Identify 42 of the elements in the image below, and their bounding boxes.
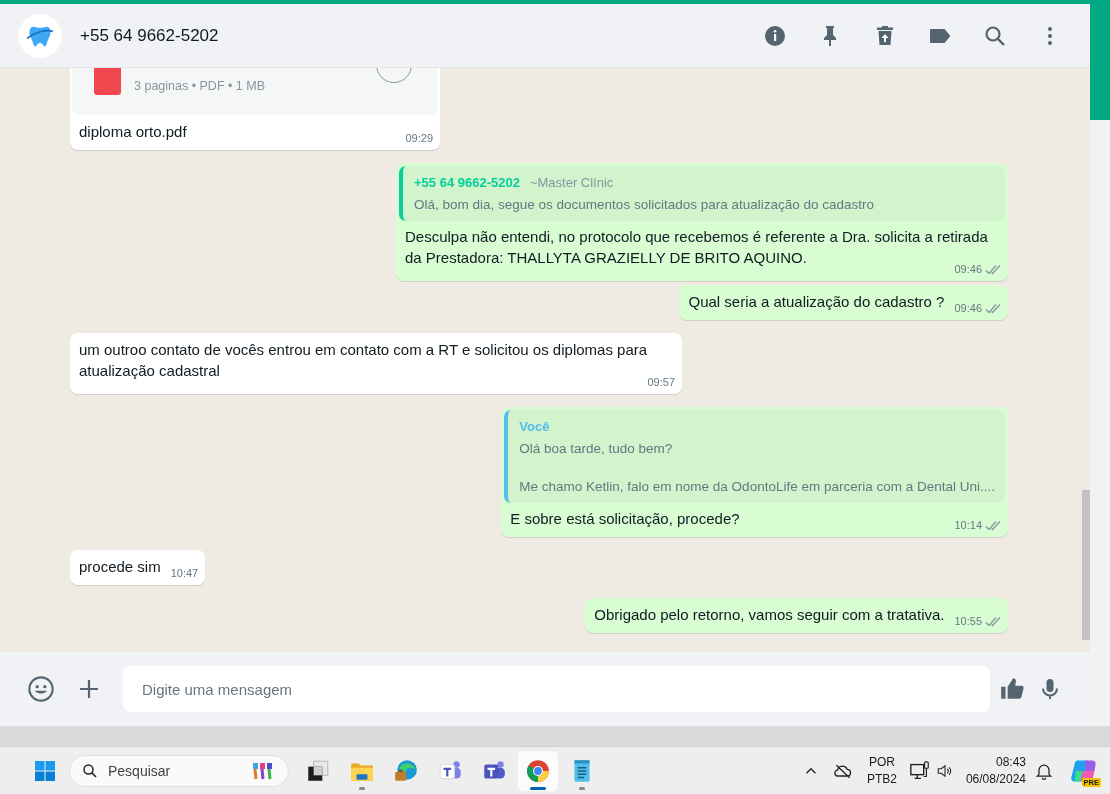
quoted-author-note: ~Master Clínic <box>529 175 614 190</box>
search-field[interactable]: Pesquisar <box>69 754 289 787</box>
language-code: POR <box>868 753 895 771</box>
info-icon[interactable] <box>763 23 787 48</box>
message-text: Obrigado pelo retorno, vamos seguir com a tratativa. <box>594 605 945 625</box>
message-input[interactable]: Digite uma mensagem <box>123 666 990 712</box>
file-details: 3 paginas • PDF • 1 MB <box>134 78 267 95</box>
quoted-message[interactable]: +55 64 9662-5202 ~Master Clínic Olá, bom dia, segue os documentos solicitados para atualização do cadastro <box>399 166 1005 221</box>
browser-icon <box>525 757 551 784</box>
input-language[interactable]: POR PTB2 <box>866 753 897 788</box>
message-time: 10:55 <box>954 614 982 629</box>
quoted-author: Você <box>519 419 550 434</box>
message-time: 10:14 <box>954 518 982 533</box>
windows-logo-icon[interactable] <box>33 758 57 783</box>
keyboard-layout: PTB2 <box>866 770 897 788</box>
quoted-message[interactable]: Você Olá boa tarde, tudo bem? Me chamo Ketlin, falo em nome da OdontoLife em parceria com a Dental Uni.... <box>504 410 1005 503</box>
message-text: Qual seria a atualização do cadastro ? <box>688 292 945 312</box>
clock-time: 08:43 <box>995 753 1026 771</box>
message-time: 10:47 <box>170 566 199 581</box>
search-icon <box>81 761 99 780</box>
scrollbar-thumb[interactable] <box>1082 490 1090 640</box>
clock[interactable]: 08:43 06/08/2024 <box>965 753 1026 788</box>
quoted-text: Olá, bom dia, segue os documentos solicitados para atualização do cadastro <box>414 196 876 214</box>
message-time: 09:46 <box>954 301 982 316</box>
quoted-author: +55 64 9662-5202 <box>414 175 520 190</box>
message-time: 09:29 <box>405 131 433 146</box>
emoji-icon[interactable] <box>27 675 55 703</box>
plus-icon[interactable] <box>77 677 101 701</box>
clock-date: 06/08/2024 <box>965 770 1026 788</box>
quoted-text: Olá boa tarde, tudo bem? Me chamo Ketlin, falo em nome da OdontoLife em parceria com a Dental Uni.... <box>519 440 995 496</box>
thumbs-up-icon[interactable] <box>999 676 1025 702</box>
search-placeholder: Pesquisar <box>108 762 172 779</box>
contact-avatar[interactable] <box>18 13 62 58</box>
network-monitor-icon[interactable] <box>908 759 931 782</box>
file-name: diploma orto.pdf <box>79 122 187 142</box>
taskbar-app-button[interactable] <box>518 750 558 791</box>
message-time: 09:57 <box>647 375 675 390</box>
message-text: um outroo contato de vocês entrou em contato com a RT e solicitou os diplomas para atualização cadastral <box>79 340 648 381</box>
message-text: E sobre está solicitação, procede? <box>510 509 740 529</box>
search-icon[interactable] <box>983 23 1007 48</box>
browser-icon <box>393 757 419 784</box>
message-text: procede sim <box>79 557 161 577</box>
